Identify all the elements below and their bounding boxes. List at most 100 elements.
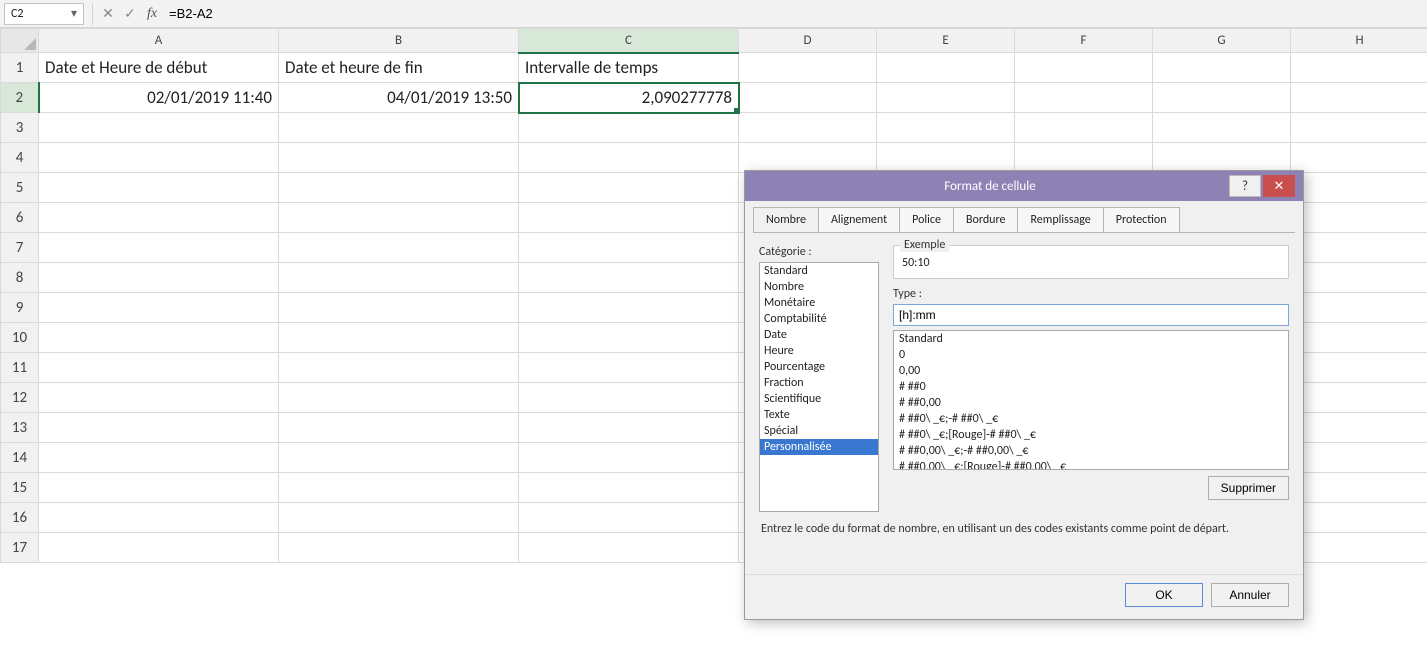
cell-F4[interactable] [1015,143,1153,173]
accept-formula-icon[interactable]: ✓ [119,3,141,25]
category-item[interactable]: Monétaire [760,295,878,311]
cell-D2[interactable] [739,83,877,113]
cell-A9[interactable] [39,293,279,323]
cell-B3[interactable] [279,113,519,143]
cell-C4[interactable] [519,143,739,173]
cell-F1[interactable] [1015,53,1153,83]
cell-B12[interactable] [279,383,519,413]
cell-C17[interactable] [519,533,739,563]
cell-B9[interactable] [279,293,519,323]
row-header-5[interactable]: 5 [1,173,39,203]
cell-H6[interactable] [1291,203,1427,233]
cell-B8[interactable] [279,263,519,293]
cell-A13[interactable] [39,413,279,443]
cell-E2[interactable] [877,83,1015,113]
help-icon[interactable]: ? [1229,175,1261,197]
cell-H4[interactable] [1291,143,1427,173]
cell-A15[interactable] [39,473,279,503]
cancel-button[interactable]: Annuler [1211,583,1289,607]
category-item[interactable]: Personnalisée [760,439,878,455]
cell-D1[interactable] [739,53,877,83]
row-header-9[interactable]: 9 [1,293,39,323]
cell-H11[interactable] [1291,353,1427,383]
cell-G3[interactable] [1153,113,1291,143]
tab-alignement[interactable]: Alignement [818,207,900,232]
row-header-2[interactable]: 2 [1,83,39,113]
tab-remplissage[interactable]: Remplissage [1017,207,1103,232]
cell-H16[interactable] [1291,503,1427,533]
column-header-E[interactable]: E [877,29,1015,53]
tab-nombre[interactable]: Nombre [753,207,819,232]
cell-E1[interactable] [877,53,1015,83]
cell-C10[interactable] [519,323,739,353]
type-input[interactable] [893,304,1289,326]
format-listbox[interactable]: Standard00,00# ##0# ##0,00# ##0\ _€;-# #… [893,330,1289,470]
category-item[interactable]: Heure [760,343,878,359]
cell-B1[interactable]: Date et heure de fin [279,53,519,83]
dialog-titlebar[interactable]: Format de cellule ? ✕ [745,171,1303,201]
row-header-4[interactable]: 4 [1,143,39,173]
cell-B15[interactable] [279,473,519,503]
column-header-C[interactable]: C [519,29,739,53]
row-header-1[interactable]: 1 [1,53,39,83]
cell-A5[interactable] [39,173,279,203]
column-header-F[interactable]: F [1015,29,1153,53]
category-item[interactable]: Standard [760,263,878,279]
format-item[interactable]: # ##0\ _€;-# ##0\ _€ [894,411,1288,427]
cell-C13[interactable] [519,413,739,443]
cell-A3[interactable] [39,113,279,143]
cell-C9[interactable] [519,293,739,323]
cell-H2[interactable] [1291,83,1427,113]
format-item[interactable]: Standard [894,331,1288,347]
cell-B14[interactable] [279,443,519,473]
cell-H10[interactable] [1291,323,1427,353]
cell-F2[interactable] [1015,83,1153,113]
chevron-down-icon[interactable]: ▾ [71,6,77,21]
format-item[interactable]: 0 [894,347,1288,363]
cell-B11[interactable] [279,353,519,383]
category-item[interactable]: Texte [760,407,878,423]
cell-A10[interactable] [39,323,279,353]
category-item[interactable]: Fraction [760,375,878,391]
cell-C15[interactable] [519,473,739,503]
row-header-15[interactable]: 15 [1,473,39,503]
category-item[interactable]: Comptabilité [760,311,878,327]
format-item[interactable]: 0,00 [894,363,1288,379]
cell-B7[interactable] [279,233,519,263]
row-header-13[interactable]: 13 [1,413,39,443]
cell-B4[interactable] [279,143,519,173]
tab-bordure[interactable]: Bordure [953,207,1018,232]
cell-A12[interactable] [39,383,279,413]
row-header-12[interactable]: 12 [1,383,39,413]
cancel-formula-icon[interactable]: ✕ [97,3,119,25]
cell-C7[interactable] [519,233,739,263]
cell-B17[interactable] [279,533,519,563]
column-header-D[interactable]: D [739,29,877,53]
row-header-17[interactable]: 17 [1,533,39,563]
cell-A14[interactable] [39,443,279,473]
category-item[interactable]: Spécial [760,423,878,439]
cell-A16[interactable] [39,503,279,533]
cell-H15[interactable] [1291,473,1427,503]
format-item[interactable]: # ##0\ _€;[Rouge]-# ##0\ _€ [894,427,1288,443]
cell-B2[interactable]: 04/01/2019 13:50 [279,83,519,113]
cell-H3[interactable] [1291,113,1427,143]
cell-C5[interactable] [519,173,739,203]
format-item[interactable]: # ##0,00\ _€;[Rouge]-# ##0,00\ _€ [894,459,1288,470]
row-header-3[interactable]: 3 [1,113,39,143]
cell-A1[interactable]: Date et Heure de début [39,53,279,83]
category-item[interactable]: Date [760,327,878,343]
category-item[interactable]: Scientifique [760,391,878,407]
tab-protection[interactable]: Protection [1103,207,1180,232]
delete-button[interactable]: Supprimer [1208,476,1289,500]
cell-C12[interactable] [519,383,739,413]
cell-C1[interactable]: Intervalle de temps [519,53,739,83]
close-icon[interactable]: ✕ [1263,175,1295,197]
cell-H17[interactable] [1291,533,1427,563]
row-header-16[interactable]: 16 [1,503,39,533]
row-header-8[interactable]: 8 [1,263,39,293]
ok-button[interactable]: OK [1125,583,1203,607]
cell-B6[interactable] [279,203,519,233]
cell-H8[interactable] [1291,263,1427,293]
cell-D4[interactable] [739,143,877,173]
